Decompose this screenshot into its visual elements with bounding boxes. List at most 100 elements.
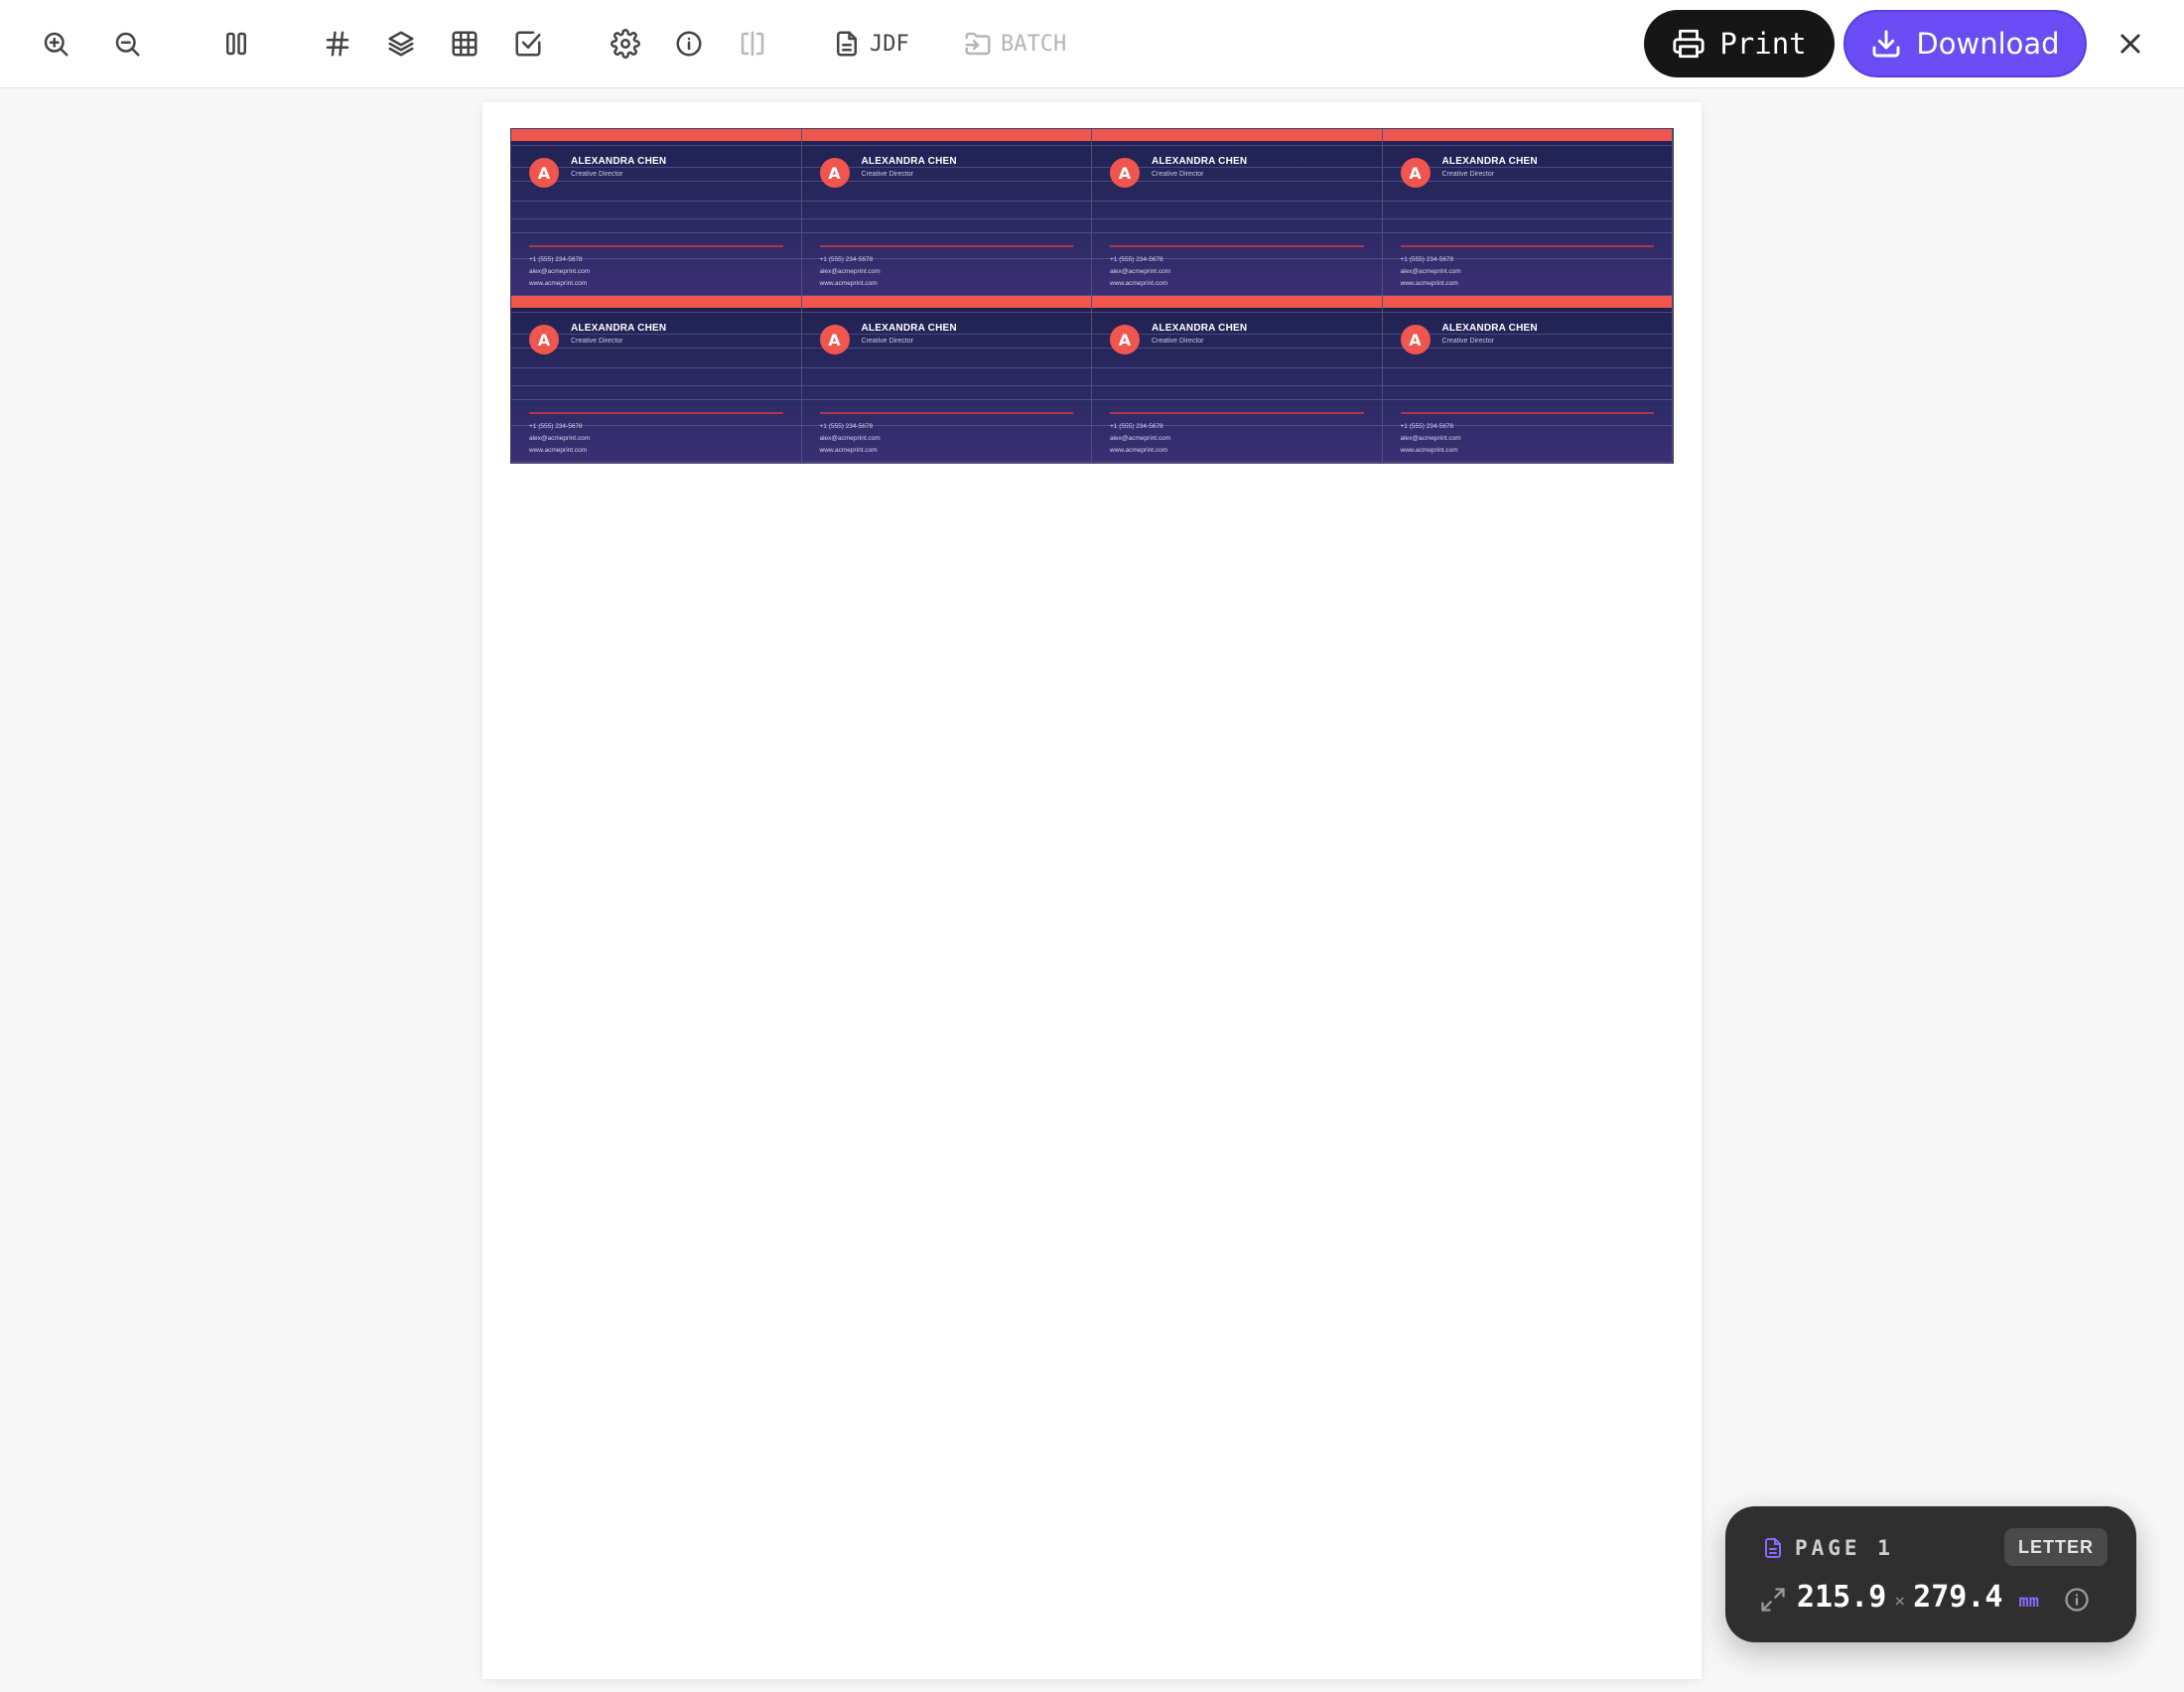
layers-icon[interactable]: [379, 22, 423, 66]
card-website: www.acmeprint.com: [819, 280, 878, 287]
business-card: A ALEXANDRA CHEN Creative Director +1 (555)…: [1092, 296, 1383, 463]
card-website: www.acmeprint.com: [529, 447, 588, 454]
card-stripe: [511, 129, 801, 141]
card-logo: A: [1400, 158, 1431, 188]
zoom-out-icon[interactable]: [105, 22, 149, 66]
card-name: ALEXANDRA CHEN: [861, 156, 957, 167]
card-guide-line: [1382, 218, 1672, 219]
card-phone: +1 (555) 234-5678: [819, 256, 874, 263]
card-email: alex@acmeprint.com: [819, 435, 881, 442]
card-stripe: [511, 296, 801, 308]
card-accent-line: [529, 412, 783, 414]
business-card: A ALEXANDRA CHEN Creative Director +1 (555)…: [1092, 129, 1383, 296]
card-guide-line: [1092, 218, 1382, 219]
batch-button[interactable]: BATCH: [963, 22, 1066, 66]
card-guide-line: [801, 218, 1091, 219]
card-guide-line: [801, 399, 1091, 400]
settings-icon[interactable]: [604, 22, 647, 66]
download-label: Download: [1916, 27, 2060, 61]
card-guide-line: [511, 145, 801, 146]
card-guide-line: [1092, 145, 1382, 146]
columns-icon[interactable]: [214, 22, 258, 66]
card-website: www.acmeprint.com: [1110, 280, 1168, 287]
card-logo: A: [819, 158, 850, 188]
card-stripe: [1092, 296, 1382, 308]
card-stripe: [801, 129, 1091, 141]
hash-icon[interactable]: [316, 22, 359, 66]
card-phone: +1 (555) 234-5678: [1400, 256, 1454, 263]
card-guide-line: [1092, 312, 1382, 313]
download-button[interactable]: Download: [1843, 10, 2087, 77]
zoom-in-icon[interactable]: [34, 22, 77, 66]
info-icon[interactable]: [667, 22, 711, 66]
card-phone: +1 (555) 234-5678: [1110, 423, 1163, 430]
card-sheet: A ALEXANDRA CHEN Creative Director +1 (555)…: [510, 128, 1674, 464]
close-icon: [2120, 34, 2140, 54]
card-guide-line: [1092, 232, 1382, 233]
print-label: Print: [1719, 27, 1807, 61]
jdf-button[interactable]: JDF: [832, 22, 909, 66]
card-website: www.acmeprint.com: [529, 280, 588, 287]
business-card: A ALEXANDRA CHEN Creative Director +1 (555)…: [511, 129, 802, 296]
folder-import-icon: [965, 32, 991, 56]
card-email: alex@acmeprint.com: [529, 268, 591, 275]
info-icon[interactable]: [2063, 1586, 2091, 1614]
card-website: www.acmeprint.com: [1400, 447, 1458, 454]
card-guide-line: [801, 385, 1091, 386]
checkbox-icon[interactable]: [506, 22, 550, 66]
page-width-value: 215.9: [1797, 1580, 1887, 1615]
page-info-panel: PAGE 1 LETTER 215.9 × 279.4 mm: [1725, 1506, 2136, 1642]
card-title: Creative Director: [861, 171, 914, 178]
card-name: ALEXANDRA CHEN: [1152, 323, 1248, 334]
batch-label: BATCH: [1001, 31, 1067, 57]
business-card: A ALEXANDRA CHEN Creative Director +1 (555)…: [1382, 129, 1673, 296]
card-guide-line: [1092, 399, 1382, 400]
dimension-separator: ×: [1894, 1591, 1906, 1612]
card-title: Creative Director: [571, 171, 623, 178]
card-website: www.acmeprint.com: [1400, 280, 1458, 287]
card-name: ALEXANDRA CHEN: [1152, 156, 1248, 167]
business-card: A ALEXANDRA CHEN Creative Director +1 (555)…: [1382, 296, 1673, 463]
card-guide-line: [511, 312, 801, 313]
expand-icon: [1759, 1586, 1787, 1614]
card-name: ALEXANDRA CHEN: [1441, 156, 1538, 167]
card-stripe: [1092, 129, 1382, 141]
card-guide-line: [511, 232, 801, 233]
card-logo: A: [529, 325, 559, 354]
business-card: A ALEXANDRA CHEN Creative Director +1 (555)…: [801, 296, 1092, 463]
card-guide-line: [511, 367, 801, 368]
print-button[interactable]: Print: [1644, 10, 1835, 77]
card-logo: A: [819, 325, 850, 354]
card-accent-line: [529, 245, 783, 247]
page-icon: [1761, 1536, 1785, 1560]
card-email: alex@acmeprint.com: [1400, 435, 1461, 442]
card-guide-line: [801, 367, 1091, 368]
card-stripe: [801, 296, 1091, 308]
card-guide-line: [511, 399, 801, 400]
card-phone: +1 (555) 234-5678: [529, 256, 583, 263]
card-accent-line: [1110, 412, 1364, 414]
card-guide-line: [801, 312, 1091, 313]
card-email: alex@acmeprint.com: [819, 268, 881, 275]
card-guide-line: [1382, 201, 1672, 202]
jdf-label: JDF: [870, 31, 909, 57]
card-phone: +1 (555) 234-5678: [1110, 256, 1163, 263]
card-title: Creative Director: [571, 338, 623, 345]
card-name: ALEXANDRA CHEN: [861, 323, 957, 334]
grid-icon[interactable]: [443, 22, 486, 66]
card-title: Creative Director: [1152, 338, 1204, 345]
card-phone: +1 (555) 234-5678: [1400, 423, 1454, 430]
card-email: alex@acmeprint.com: [529, 435, 591, 442]
card-stripe: [1382, 129, 1672, 141]
split-view-icon[interactable]: [731, 22, 774, 66]
card-name: ALEXANDRA CHEN: [571, 156, 667, 167]
page-dimensions: 215.9 × 279.4 mm: [1797, 1580, 2039, 1615]
download-icon: [1872, 30, 1900, 58]
close-button[interactable]: [2109, 22, 2152, 66]
card-accent-line: [819, 412, 1073, 414]
unit-label: mm: [2018, 1592, 2039, 1612]
file-text-icon: [837, 31, 857, 57]
card-title: Creative Director: [861, 338, 914, 345]
card-title: Creative Director: [1441, 171, 1495, 178]
business-card: A ALEXANDRA CHEN Creative Director +1 (555)…: [511, 296, 802, 463]
